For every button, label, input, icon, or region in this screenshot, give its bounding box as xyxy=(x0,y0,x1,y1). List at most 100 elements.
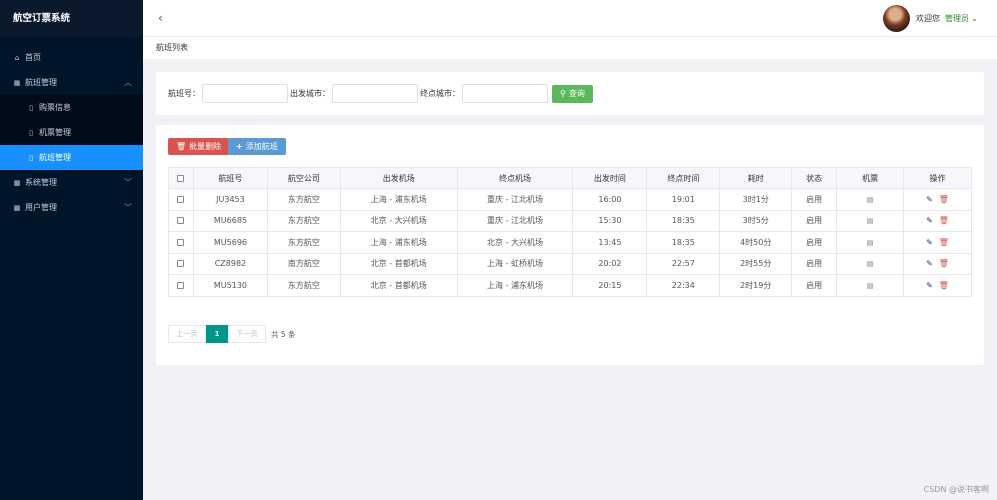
row-select-cell[interactable] xyxy=(168,209,194,232)
sidebar-item-user-management[interactable]: ▦ 用户管理 ﹀ xyxy=(0,195,143,220)
ticket-cell: ▤ xyxy=(836,188,905,211)
top-header: ‹ 欢迎您 管理员 ⌄ xyxy=(143,0,997,37)
app-title: 航空订票系统 xyxy=(0,0,143,37)
column-header: 航空公司 xyxy=(266,167,341,189)
total-count: 共 5 条 xyxy=(271,329,296,339)
sidebar-item-ticket-management[interactable]: ▯ 机票管理 xyxy=(0,120,143,145)
operation-cell: ✎ 🗑︎ xyxy=(903,209,972,232)
ticket-icon[interactable]: ▤ xyxy=(867,217,874,225)
select-all-checkbox[interactable] xyxy=(177,174,185,182)
search-button[interactable]: ⚲ 查询 xyxy=(552,84,593,103)
sidebar-item-flights[interactable]: ▯ 航班管理 xyxy=(0,145,143,170)
sidebar-item-home[interactable]: ⌂ 首页 xyxy=(0,45,143,70)
edit-icon[interactable]: ✎ xyxy=(926,238,933,247)
table-cell: 北京 - 首都机场 xyxy=(339,274,458,297)
table-cell: 启用 xyxy=(791,231,838,254)
grid-icon: ▦ xyxy=(13,78,21,87)
column-header: 出发时间 xyxy=(572,167,648,189)
sidebar-item-label: 航班管理 xyxy=(25,78,57,87)
row-select-cell[interactable] xyxy=(168,274,194,297)
column-header: 出发机场 xyxy=(339,167,458,189)
table-cell: 上海 - 虹桥机场 xyxy=(456,252,574,275)
home-icon: ⌂ xyxy=(14,53,20,62)
table-cell: 16:00 xyxy=(572,188,648,211)
table-cell: 上海 - 浦东机场 xyxy=(339,231,458,254)
select-all-cell[interactable] xyxy=(168,167,194,189)
chevron-down-icon: ⌄ xyxy=(971,14,978,23)
table-cell: 3时1分 xyxy=(719,188,793,211)
chevron-down-icon: ﹀ xyxy=(124,203,132,212)
flight-no-input[interactable] xyxy=(202,84,288,103)
delete-icon[interactable]: 🗑︎ xyxy=(939,216,949,225)
ticket-icon[interactable]: ▤ xyxy=(867,239,874,247)
depart-city-input[interactable] xyxy=(332,84,418,103)
delete-icon[interactable]: 🗑︎ xyxy=(939,195,949,204)
table-cell: 3时5分 xyxy=(719,209,793,232)
table-cell: 重庆 - 江北机场 xyxy=(456,209,574,232)
search-form: 航班号： 出发城市： 终点城市： ⚲ 查询 xyxy=(168,84,593,103)
table-cell: 北京 - 大兴机场 xyxy=(339,209,458,232)
next-page-button[interactable]: 下一页 xyxy=(228,325,266,343)
trash-icon: 🗑︎ xyxy=(176,142,187,151)
column-header: 耗时 xyxy=(719,167,793,189)
table-cell: 4时50分 xyxy=(719,231,793,254)
sidebar-submenu: ▯ 购票信息 ▯ 机票管理 ▯ 航班管理 xyxy=(0,95,143,170)
column-header: 终点时间 xyxy=(646,167,721,189)
edit-icon[interactable]: ✎ xyxy=(926,216,933,225)
delete-icon[interactable]: 🗑︎ xyxy=(939,238,949,247)
table-cell: MU6685 xyxy=(192,209,268,232)
table-cell: 2时19分 xyxy=(719,274,793,297)
prev-page-button[interactable]: 上一页 xyxy=(168,325,206,343)
table-cell: 15:30 xyxy=(572,209,648,232)
delete-icon[interactable]: 🗑︎ xyxy=(939,259,949,268)
arrive-city-input[interactable] xyxy=(462,84,548,103)
table-cell: 启用 xyxy=(791,274,838,297)
ticket-icon[interactable]: ▤ xyxy=(867,260,874,268)
table-cell: 北京 - 大兴机场 xyxy=(456,231,574,254)
page-number-button[interactable]: 1 xyxy=(206,325,228,343)
row-select-cell[interactable] xyxy=(168,188,194,211)
row-checkbox[interactable] xyxy=(177,238,185,246)
edit-icon[interactable]: ✎ xyxy=(926,195,933,204)
table-cell: 22:34 xyxy=(646,274,721,297)
row-checkbox[interactable] xyxy=(177,217,185,225)
chevron-up-icon: ︿ xyxy=(124,78,132,87)
table-cell: 重庆 - 江北机场 xyxy=(456,188,574,211)
column-header: 操作 xyxy=(903,167,972,189)
table-row: MU5696 东方航空 上海 - 浦东机场 北京 - 大兴机场 13:45 18… xyxy=(168,231,972,254)
avatar[interactable] xyxy=(883,5,910,32)
row-checkbox[interactable] xyxy=(177,195,185,203)
batch-delete-label: 批量删除 xyxy=(189,142,222,151)
sidebar-item-flight-management[interactable]: ▦ 航班管理 ︿ xyxy=(0,70,143,95)
table-cell: MU5696 xyxy=(192,231,268,254)
table-cell: 东方航空 xyxy=(266,231,341,254)
row-checkbox[interactable] xyxy=(177,260,185,268)
file-icon: ▯ xyxy=(29,103,33,112)
ticket-cell: ▤ xyxy=(836,231,905,254)
sidebar: 航空订票系统 ⌂ 首页 ▦ 航班管理 ︿ ▯ 购票信息 ▯ 机票管理 ▯ 航班管… xyxy=(0,0,143,500)
row-select-cell[interactable] xyxy=(168,231,194,254)
table-cell: MU5130 xyxy=(192,274,268,297)
ticket-icon[interactable]: ▤ xyxy=(867,282,874,290)
delete-icon[interactable]: 🗑︎ xyxy=(939,281,949,290)
table-row: MU5130 东方航空 北京 - 首都机场 上海 - 浦东机场 20:15 22… xyxy=(168,274,972,297)
edit-icon[interactable]: ✎ xyxy=(926,281,933,290)
sidebar-item-system-management[interactable]: ▦ 系统管理 ﹀ xyxy=(0,170,143,195)
batch-delete-button[interactable]: 🗑︎ 批量删除 xyxy=(168,138,230,155)
column-header: 机票 xyxy=(836,167,905,189)
add-flight-button[interactable]: + 添加航班 xyxy=(228,138,286,155)
welcome-text: 欢迎您 xyxy=(916,14,940,23)
row-select-cell[interactable] xyxy=(168,252,194,275)
plus-icon: + xyxy=(236,142,243,151)
user-menu[interactable]: 管理员 ⌄ xyxy=(945,13,978,24)
table-row: CZ8982 南方航空 北京 - 首都机场 上海 - 虹桥机场 20:02 22… xyxy=(168,252,972,275)
sidebar-item-ticket-info[interactable]: ▯ 购票信息 xyxy=(0,95,143,120)
table-cell: 南方航空 xyxy=(266,252,341,275)
edit-icon[interactable]: ✎ xyxy=(926,259,933,268)
row-checkbox[interactable] xyxy=(177,281,185,289)
search-card: 航班号： 出发城市： 终点城市： ⚲ 查询 xyxy=(156,72,984,115)
chevron-left-icon[interactable]: ‹ xyxy=(158,11,163,25)
table-cell: 20:02 xyxy=(572,252,648,275)
ticket-icon[interactable]: ▤ xyxy=(867,196,874,204)
search-button-label: 查询 xyxy=(568,89,585,98)
